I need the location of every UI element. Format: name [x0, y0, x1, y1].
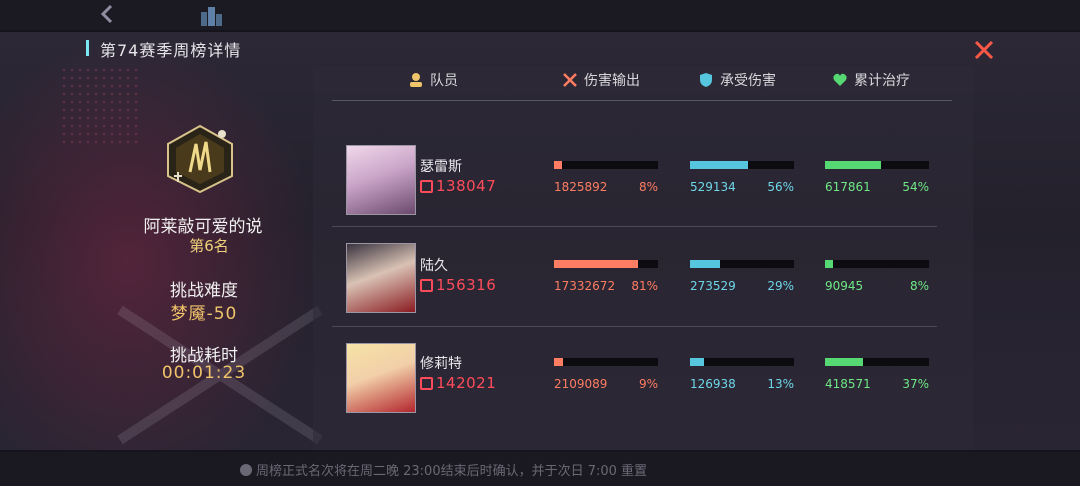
damage-bar-fill [554, 161, 563, 169]
header-divider [332, 100, 952, 101]
taken-bar [690, 260, 794, 268]
power-number: 142021 [436, 374, 497, 392]
crossed-swords-icon [562, 72, 578, 88]
damage-bar [554, 358, 658, 366]
damage-bar-fill [554, 260, 639, 268]
heal-bar-fill [825, 358, 864, 366]
damage-bar [554, 161, 658, 169]
col-damage: 伤害输出 [562, 70, 640, 90]
col-member: 队员 [408, 70, 458, 90]
taken-bar-fill [690, 161, 749, 169]
avatar[interactable] [346, 243, 416, 313]
col-taken: 承受伤害 [698, 70, 776, 90]
taken-bar-fill [690, 260, 721, 268]
taken-pct: 13% [767, 377, 794, 391]
heal-bar-fill [825, 260, 834, 268]
heart-icon [832, 72, 848, 88]
taken-bar [690, 358, 794, 366]
info-icon [240, 464, 252, 476]
damage-bar [554, 260, 658, 268]
heal-bar [825, 161, 929, 169]
taken-value: 529134 [690, 180, 736, 194]
avatar[interactable] [346, 145, 416, 215]
power-number: 138047 [436, 177, 497, 195]
heal-bar [825, 260, 929, 268]
taken-bar-fill [690, 358, 704, 366]
power-icon [420, 180, 433, 193]
power-icon [420, 279, 433, 292]
damage-pct: 81% [631, 279, 658, 293]
col-member-label: 队员 [430, 73, 458, 89]
top-bar [0, 0, 1080, 30]
title-accent [86, 40, 89, 56]
heal-bar [825, 358, 929, 366]
power-value: 156316 [420, 276, 496, 294]
heal-bar-fill [825, 161, 882, 169]
heal-value: 617861 [825, 180, 871, 194]
taken-pct: 29% [767, 279, 794, 293]
taken-value: 126938 [690, 377, 736, 391]
col-heal: 累计治疗 [832, 70, 910, 90]
decorative-dots [60, 66, 140, 146]
power-value: 138047 [420, 177, 496, 195]
footer-text: 周榜正式名次将在周二晚 23:00结束后时确认，并于次日 7:00 重置 [256, 464, 648, 479]
heal-pct: 54% [902, 180, 929, 194]
panel-title: 第74赛季周榜详情 [100, 41, 242, 60]
avatar[interactable] [346, 343, 416, 413]
col-damage-label: 伤害输出 [584, 73, 640, 89]
damage-value: 2109089 [554, 377, 608, 391]
member-icon [408, 72, 424, 88]
col-heal-label: 累计治疗 [854, 73, 910, 89]
taken-value: 273529 [690, 279, 736, 293]
power-number: 156316 [436, 276, 497, 294]
damage-bar-fill [554, 358, 564, 366]
taken-bar [690, 161, 794, 169]
row-divider [332, 326, 937, 327]
shield-icon [698, 72, 714, 88]
taken-pct: 56% [767, 180, 794, 194]
heal-pct: 37% [902, 377, 929, 391]
back-arrow-icon[interactable] [96, 3, 118, 25]
damage-pct: 9% [638, 377, 658, 391]
power-value: 142021 [420, 374, 496, 392]
power-icon [420, 377, 433, 390]
player-name: 阿莱敲可爱的说 [143, 217, 263, 237]
rank-emblem-icon [160, 124, 240, 194]
damage-value: 17332672 [554, 279, 616, 293]
footer-notice: 周榜正式名次将在周二晚 23:00结束后时确认，并于次日 7:00 重置 [240, 460, 647, 479]
heal-pct: 8% [909, 279, 929, 293]
city-icon[interactable] [198, 4, 224, 26]
close-icon[interactable] [972, 38, 996, 62]
col-taken-label: 承受伤害 [720, 73, 776, 89]
damage-value: 1825892 [554, 180, 608, 194]
row-divider [332, 226, 937, 227]
member-name: 瑟雷斯 [420, 159, 462, 175]
damage-pct: 8% [638, 180, 658, 194]
heal-value: 90945 [825, 279, 864, 293]
member-name: 修莉特 [420, 356, 462, 372]
heal-value: 418571 [825, 377, 871, 391]
member-name: 陆久 [420, 258, 448, 274]
